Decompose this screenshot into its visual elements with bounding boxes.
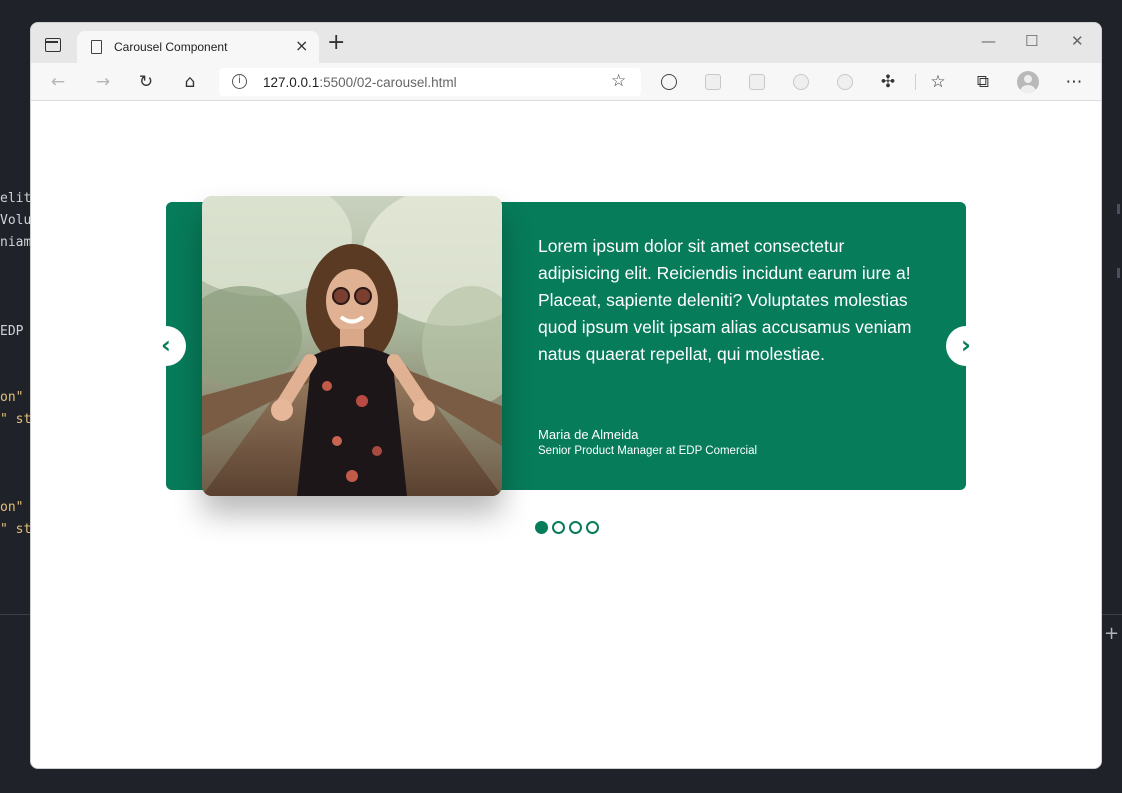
maximize-icon[interactable]: ☐: [1025, 32, 1038, 50]
forward-arrow-icon[interactable]: →: [92, 71, 114, 93]
editor-code-line: " st: [0, 522, 32, 537]
editor-code-line: niam: [0, 235, 32, 250]
editor-add-icon[interactable]: +: [1104, 623, 1119, 644]
tab-active[interactable]: Carousel Component ×: [77, 31, 319, 63]
tab-actions-icon[interactable]: [45, 38, 61, 52]
back-arrow-icon[interactable]: ←: [47, 71, 69, 93]
collections-icon[interactable]: ⧉: [972, 71, 994, 93]
testimonial-name: Maria de Almeida: [538, 427, 639, 442]
favorites-icon[interactable]: ☆: [927, 71, 949, 93]
tab-bar: Carousel Component × + — ☐ ✕: [31, 23, 1101, 63]
tab-close-icon[interactable]: ×: [295, 36, 308, 55]
testimonial-quote: Lorem ipsum dolor sit amet consectetur a…: [538, 236, 912, 364]
page-icon: [91, 40, 102, 54]
refresh-icon[interactable]: ↻: [135, 71, 157, 93]
editor-scroll-marker: [1117, 268, 1120, 278]
carousel-dot-1[interactable]: [535, 521, 548, 534]
editor-code-line: on": [0, 500, 24, 515]
testimonial-role: Senior Product Manager at EDP Comercial: [538, 445, 758, 457]
editor-code-line: EDP: [0, 324, 24, 339]
add-favorite-icon[interactable]: ☆: [611, 71, 626, 91]
editor-code-line: Volu: [0, 213, 32, 228]
address-url[interactable]: 127.0.0.1:5500/02-carousel.html: [263, 75, 457, 90]
editor-code-line: " st: [0, 412, 32, 427]
reading-view-icon[interactable]: [661, 74, 677, 90]
carousel-dot-4[interactable]: [586, 521, 599, 534]
editor-code-line: on": [0, 390, 24, 405]
editor-code-line: elit: [0, 191, 32, 206]
profile-icon[interactable]: [1017, 71, 1039, 93]
toolbar-separator: [915, 74, 916, 90]
more-menu-icon[interactable]: ⋯: [1063, 71, 1085, 93]
close-window-icon[interactable]: ✕: [1071, 32, 1084, 50]
extension-icon[interactable]: [837, 74, 853, 90]
home-icon[interactable]: ⌂: [179, 71, 201, 93]
carousel-dot-3[interactable]: [569, 521, 582, 534]
extension-icon[interactable]: [793, 74, 809, 90]
testimonial-photo: [202, 196, 502, 496]
carousel-next-button[interactable]: ›: [946, 326, 986, 366]
page-viewport: Lorem ipsum dolor sit amet consectetur a…: [31, 102, 1101, 768]
carousel-dot-2[interactable]: [552, 521, 565, 534]
browser-window: Carousel Component × + — ☐ ✕ ← → ↻ ⌂ i 1…: [30, 22, 1102, 769]
extension-icon[interactable]: [749, 74, 765, 90]
info-icon[interactable]: i: [232, 74, 247, 89]
tab-title: Carousel Component: [114, 40, 228, 54]
editor-scroll-marker: [1117, 204, 1120, 214]
minimize-icon[interactable]: —: [981, 32, 996, 50]
browser-toolbar: ← → ↻ ⌂ i 127.0.0.1:5500/02-carousel.htm…: [31, 63, 1101, 101]
extension-icon[interactable]: [705, 74, 721, 90]
extensions-icon[interactable]: ✣: [877, 71, 899, 93]
carousel-prev-button[interactable]: ‹: [146, 326, 186, 366]
new-tab-button[interactable]: +: [327, 32, 345, 54]
address-bar[interactable]: i 127.0.0.1:5500/02-carousel.html ☆: [219, 68, 641, 96]
